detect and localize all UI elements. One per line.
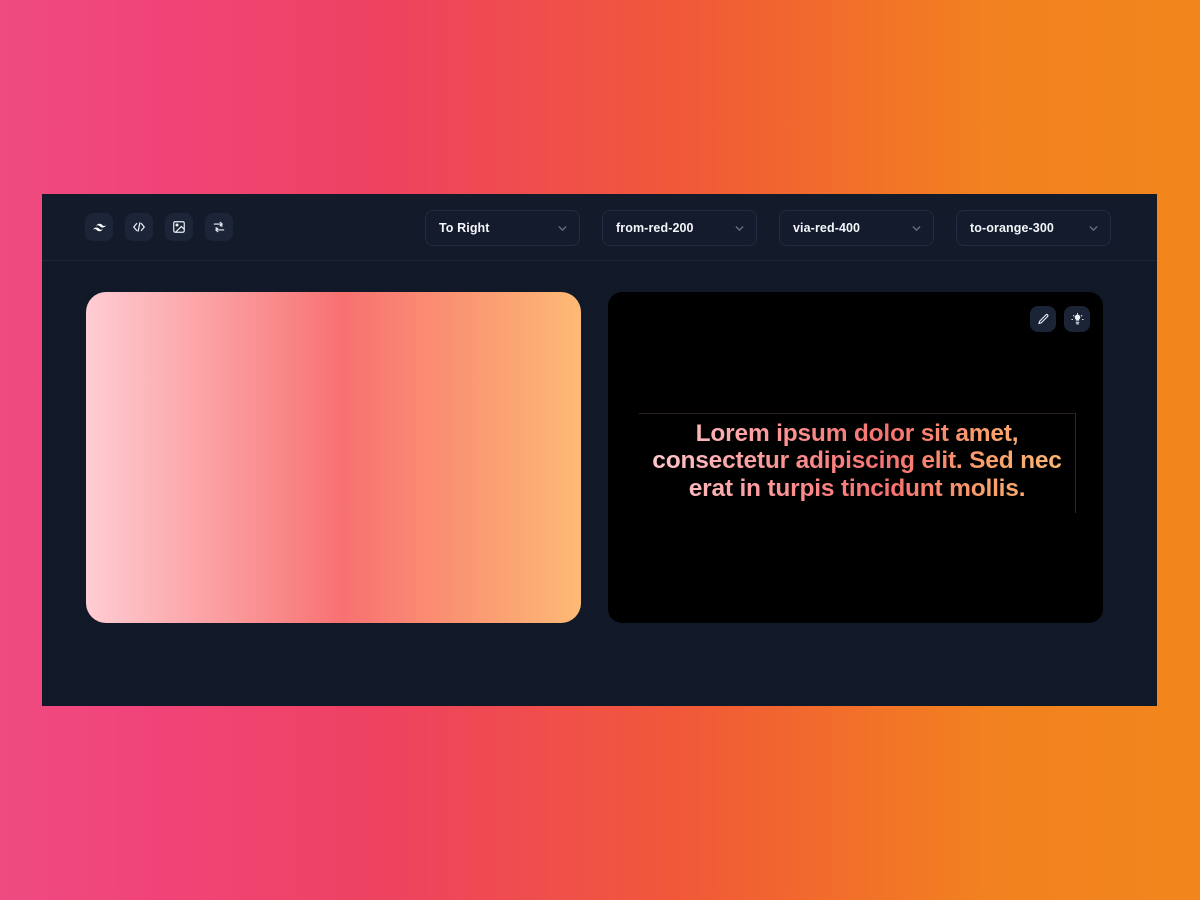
image-icon[interactable] (165, 213, 193, 241)
chevron-down-icon (735, 225, 744, 231)
direction-select[interactable]: To Right (425, 210, 580, 246)
tailwind-logo-glyph (92, 223, 106, 231)
chevron-down-icon (558, 225, 567, 231)
lightbulb-icon (1070, 312, 1084, 324)
toolbar-selects: To Right from-red-200 via-red-400 to-ora… (425, 210, 1111, 246)
edit-button[interactable] (1030, 306, 1056, 332)
shuffle-icon[interactable] (205, 213, 233, 241)
gradient-text: Lorem ipsum dolor sit amet, consectetur … (639, 420, 1075, 502)
image-glyph (173, 221, 185, 233)
gradient-text-frame[interactable]: Lorem ipsum dolor sit amet, consectetur … (639, 413, 1076, 513)
code-icon[interactable] (125, 213, 153, 241)
via-color-select-value: via-red-400 (793, 221, 861, 235)
app-window: To Right from-red-200 via-red-400 to-ora… (42, 194, 1157, 706)
direction-select-value: To Right (439, 221, 490, 235)
preview-actions (1030, 306, 1090, 332)
from-color-select[interactable]: from-red-200 (602, 210, 757, 246)
pencil-icon (1037, 313, 1048, 324)
toolbar: To Right from-red-200 via-red-400 to-ora… (42, 194, 1157, 261)
tailwind-logo-icon[interactable] (85, 213, 113, 241)
work-area: Lorem ipsum dolor sit amet, consectetur … (42, 261, 1157, 623)
from-color-select-value: from-red-200 (616, 221, 694, 235)
text-preview-card: Lorem ipsum dolor sit amet, consectetur … (608, 292, 1103, 623)
shuffle-glyph (213, 221, 225, 233)
code-glyph (133, 222, 145, 232)
chevron-down-icon (1089, 225, 1098, 231)
gradient-preview-card (86, 292, 581, 623)
to-color-select[interactable]: to-orange-300 (956, 210, 1111, 246)
to-color-select-value: to-orange-300 (970, 221, 1054, 235)
toolbar-icon-group (85, 213, 233, 241)
idea-button[interactable] (1064, 306, 1090, 332)
chevron-down-icon (912, 225, 921, 231)
via-color-select[interactable]: via-red-400 (779, 210, 934, 246)
